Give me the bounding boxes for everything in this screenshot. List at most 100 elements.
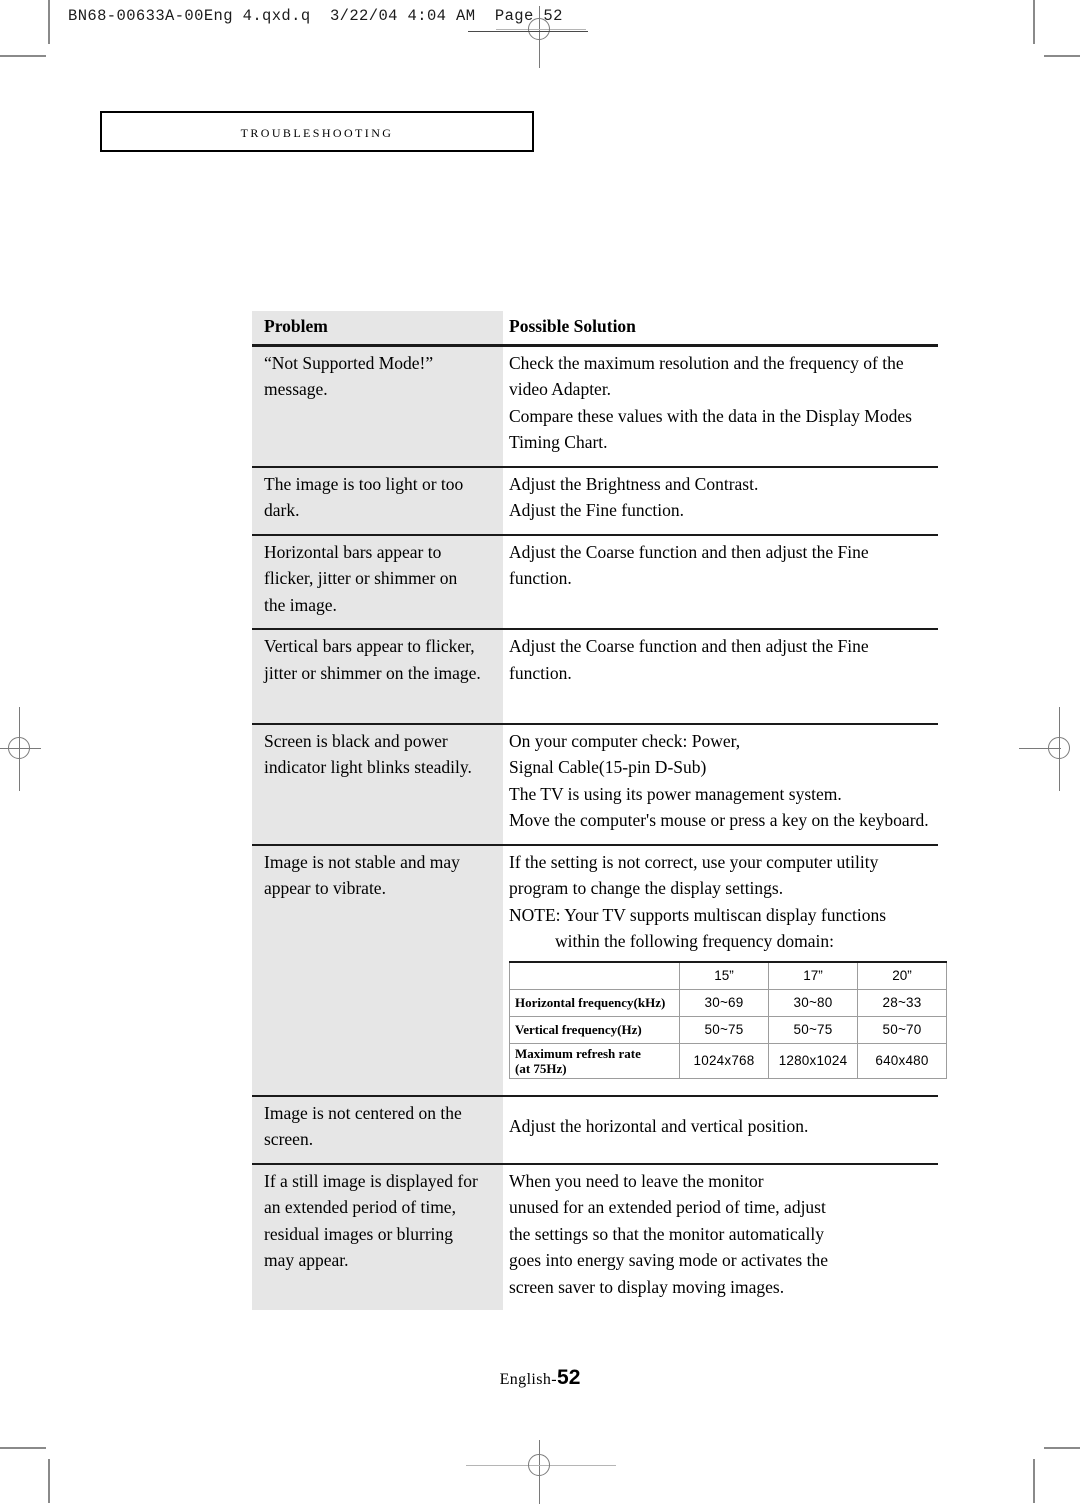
- frequency-table-value: 28~33: [857, 988, 947, 1017]
- cell-line: screen saver to display moving images.: [509, 1276, 785, 1297]
- cell-spacer: [264, 686, 495, 713]
- cell-line: Image is not stable and may: [264, 851, 460, 872]
- cell-line: NOTE: Your TV supports multiscan display…: [509, 904, 887, 925]
- table-cell-problem: The image is too light or too dark.: [252, 467, 503, 534]
- table-row: Image is not centered on the screen. Adj…: [252, 1096, 938, 1163]
- frequency-table-row-label-line2: (at 75Hz): [515, 1060, 567, 1076]
- table-cell-solution: On your computer check: Power, Signal Ca…: [503, 724, 938, 844]
- crop-mark-bottom-right-vertical: [1033, 1459, 1035, 1503]
- cell-line: jitter or shimmer on the image.: [264, 662, 481, 683]
- cell-line: Adjust the Coarse function and then adju…: [509, 636, 869, 656]
- frequency-table-value: 1024x768: [679, 1042, 769, 1079]
- frequency-table-size-header: 17”: [768, 960, 858, 990]
- frequency-table-corner-cell: [509, 960, 680, 990]
- registration-mark-circle: [1048, 737, 1070, 759]
- registration-mark-circle: [8, 737, 30, 759]
- cell-line: Image is not centered on the: [264, 1102, 462, 1123]
- cell-line: Compare these values with the data in th…: [509, 405, 912, 426]
- frequency-table-value: 640x480: [857, 1042, 947, 1079]
- table-row: Image is not stable and may appear to vi…: [252, 845, 947, 1095]
- table-row: Vertical bars appear to flicker, jitter …: [252, 630, 938, 723]
- table-cell-problem: “Not Supported Mode!” message.: [252, 346, 503, 466]
- table-cell-solution: Adjust the Coarse function and then adju…: [503, 630, 938, 723]
- registration-mark-bottom: [466, 1440, 616, 1504]
- cell-line: screen.: [264, 1129, 314, 1149]
- troubleshooting-table: Problem Possible Solution “Not Supported…: [252, 311, 947, 1310]
- table-cell-problem: Image is not centered on the screen.: [252, 1096, 503, 1163]
- crop-mark-bottom-left-horizontal: [0, 1447, 46, 1449]
- frequency-domain-table: 15” 17” 20” Horizontal frequency(kHz) 30…: [509, 960, 947, 1079]
- frequency-table-value: 50~75: [768, 1015, 858, 1044]
- frequency-table-row-label: Vertical frequency(Hz): [509, 1015, 680, 1044]
- cell-line: The TV is using its power management sys…: [509, 783, 842, 804]
- frequency-table-row: Vertical frequency(Hz) 50~75 50~75 50~70: [509, 1015, 947, 1044]
- footer-page-number: 52: [557, 1366, 581, 1389]
- cell-line: within the following frequency domain:: [555, 931, 834, 951]
- cell-line: If the setting is not correct, use your …: [509, 851, 879, 872]
- table-cell-solution: If the setting is not correct, use your …: [503, 845, 947, 1095]
- cell-line: dark.: [264, 500, 300, 520]
- crop-mark-bottom-left-vertical: [48, 1459, 50, 1503]
- frequency-table-row: Horizontal frequency(kHz) 30~69 30~80 28…: [509, 988, 947, 1017]
- crop-mark-top-right-horizontal: [1044, 55, 1080, 57]
- frequency-table-row-label: Horizontal frequency(kHz): [509, 988, 680, 1017]
- cell-line: On your computer check: Power,: [509, 730, 741, 751]
- table-cell-problem: Screen is black and power indicator ligh…: [252, 724, 503, 844]
- frequency-table-row-label-line1: Maximum refresh rate: [515, 1045, 641, 1061]
- cell-line: Signal Cable(15-pin D-Sub): [509, 757, 707, 777]
- cell-line: an extended period of time,: [264, 1197, 456, 1217]
- table-cell-problem: If a still image is displayed for an ext…: [252, 1164, 503, 1310]
- registration-mark-left: [0, 707, 41, 791]
- cell-line: may appear.: [264, 1250, 349, 1270]
- table-row: The image is too light or too dark. Adju…: [252, 467, 938, 534]
- crop-mark-top-right-vertical: [1033, 0, 1035, 44]
- cell-spacer: [264, 781, 495, 808]
- crop-mark-top-left-horizontal: [0, 55, 46, 57]
- table-cell-solution: When you need to leave the monitor unuse…: [503, 1164, 938, 1310]
- frequency-table-row-label: Maximum refresh rate (at 75Hz): [509, 1042, 680, 1079]
- cell-line: goes into energy saving mode or activate…: [509, 1250, 828, 1270]
- table-cell-solution: Check the maximum resolution and the fre…: [503, 346, 938, 466]
- table-cell-problem: Vertical bars appear to flicker, jitter …: [252, 630, 503, 723]
- cell-line: Vertical bars appear to flicker,: [264, 636, 475, 656]
- cell-line: video Adapter.: [509, 379, 612, 399]
- cell-line: If a still image is displayed for: [264, 1170, 478, 1191]
- cell-line: appear to vibrate.: [264, 878, 386, 898]
- cell-line: flicker, jitter or shimmer on: [264, 568, 458, 588]
- footer-language-label: English-: [499, 1371, 558, 1388]
- cell-line: function.: [509, 568, 572, 588]
- cell-spacer: [264, 807, 495, 834]
- imposition-slug-text: BN68-00633A-00Eng 4.qxd.q 3/22/04 4:04 A…: [68, 7, 563, 25]
- table-row: Screen is black and power indicator ligh…: [252, 724, 938, 844]
- registration-mark-circle: [528, 1454, 550, 1476]
- cell-line: The image is too light or too: [264, 473, 464, 494]
- table-cell-problem: Horizontal bars appear to flicker, jitte…: [252, 535, 503, 628]
- cell-spacer: [509, 686, 936, 713]
- frequency-table-row: Maximum refresh rate (at 75Hz) 1024x768 …: [509, 1042, 947, 1079]
- page-footer: English-52: [0, 1366, 1080, 1390]
- registration-mark-right: [1019, 707, 1080, 791]
- cell-line: When you need to leave the monitor: [509, 1170, 764, 1191]
- imposition-slug-rule: [468, 31, 588, 32]
- cell-line: Move the computer's mouse or press a key…: [509, 810, 929, 830]
- frequency-table-value: 30~80: [768, 988, 858, 1017]
- table-row: “Not Supported Mode!” message. Check the…: [252, 346, 938, 466]
- table-header-row: Problem Possible Solution: [252, 311, 938, 344]
- table-row: Horizontal bars appear to flicker, jitte…: [252, 535, 938, 628]
- frequency-table-value: 50~70: [857, 1015, 947, 1044]
- table-header-solution: Possible Solution: [503, 311, 938, 344]
- cell-line: Screen is black and power: [264, 730, 448, 751]
- cell-line: Adjust the Fine function.: [509, 500, 684, 520]
- cell-line: message.: [264, 379, 328, 399]
- cell-line: function.: [509, 662, 572, 683]
- cell-line: unused for an extended period of time, a…: [509, 1197, 826, 1217]
- cell-line: Horizontal bars appear to: [264, 541, 442, 562]
- frequency-table-value: 50~75: [679, 1015, 769, 1044]
- cell-line: “Not Supported Mode!”: [264, 352, 434, 373]
- table-header-problem: Problem: [252, 311, 503, 344]
- table-row: If a still image is displayed for an ext…: [252, 1164, 938, 1310]
- cell-spacer: [264, 1274, 495, 1301]
- cell-spacer: [509, 592, 936, 619]
- frequency-table-header-row: 15” 17” 20”: [509, 960, 947, 990]
- section-title-box: Troubleshooting: [100, 111, 534, 152]
